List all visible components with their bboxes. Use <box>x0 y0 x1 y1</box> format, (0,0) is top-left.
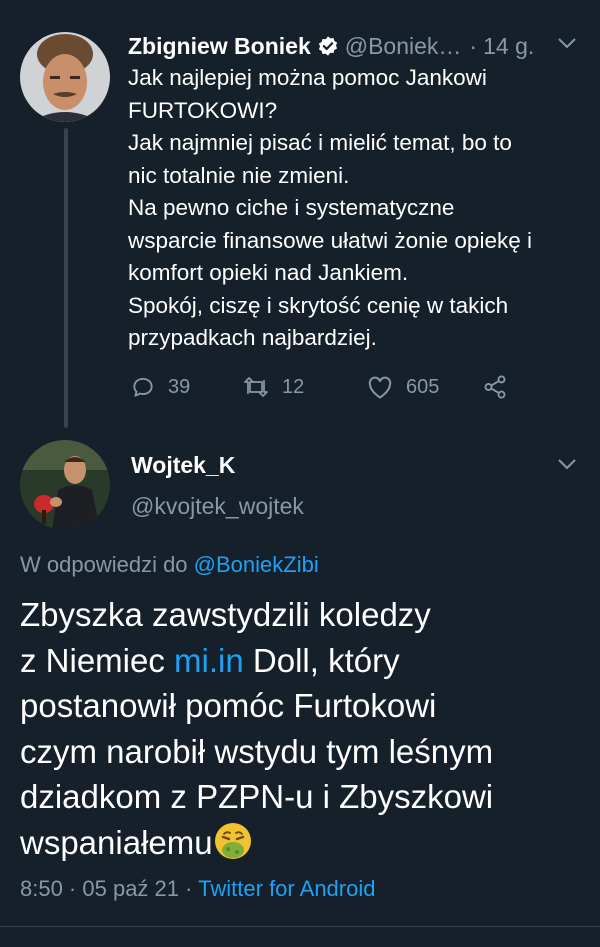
divider <box>0 926 600 927</box>
chevron-down-icon[interactable] <box>556 36 578 55</box>
tweet2-line-part: wspaniałemu <box>20 823 213 861</box>
reply-icon <box>133 377 153 397</box>
tweet2-author-name[interactable]: Wojtek_K <box>131 452 235 479</box>
wojtek-avatar[interactable] <box>20 440 110 530</box>
tweet1-author-handle[interactable]: @Boniek… <box>345 33 462 60</box>
verified-icon <box>317 35 339 57</box>
tweet1-line: Jak najlepiej można pomoc Jankowi <box>128 65 487 90</box>
tweet2-timestamp: 8:50 · 05 paź 21 · <box>20 876 199 901</box>
thread-line <box>64 128 68 428</box>
like-button[interactable]: 605 <box>366 374 439 400</box>
mi-in-link[interactable]: mi.in <box>174 642 244 679</box>
tweet1-author-name[interactable]: Zbigniew Boniek <box>128 33 311 60</box>
boniek-avatar[interactable] <box>20 32 110 122</box>
tweet2-line: czym narobił wstydu tym leśnym <box>20 732 494 770</box>
reply-context: W odpowiedzi do @BoniekZibi <box>20 552 319 578</box>
tweet1-line: Na pewno ciche i systematyczne <box>128 195 455 220</box>
tweet2-author-handle[interactable]: @kvojtek_wojtek <box>131 493 304 520</box>
tweet2-meta: 8:50 · 05 paź 21 · Twitter for Android <box>20 876 375 902</box>
tweet1-line: Spokój, ciszę i skrytość cenię w takich <box>128 292 509 318</box>
reply-prefix: W odpowiedzi do <box>20 552 194 577</box>
tweet1-time[interactable]: 14 g. <box>483 33 534 60</box>
tweet1-line: wsparcie finansowe ułatwi żonie opiekę i <box>128 227 532 253</box>
tweet2-line: wspaniałemu <box>20 820 590 873</box>
tweet2-line: dziadkom z PZPN-u i Zbyszkowi <box>20 778 494 815</box>
tweet1-line: komfort opieki nad Jankiem. <box>128 260 409 285</box>
tweet2-line: postanowił pomóc Furtokowi <box>20 687 437 724</box>
tweet1-actions: 39 12 605 <box>128 368 548 408</box>
tweet1-line: Jak najmniej pisać i mielić temat, bo to <box>128 130 512 155</box>
reply-to-link[interactable]: @BoniekZibi <box>194 552 319 577</box>
tweet2-source-link[interactable]: Twitter for Android <box>198 876 375 901</box>
like-count: 605 <box>406 375 440 398</box>
tweet1-time-separator: · <box>469 32 478 59</box>
tweet1-line: przypadkach najbardziej. <box>128 325 377 350</box>
tweet1-line: nic totalnie nie zmieni. <box>128 162 350 188</box>
nauseated-face-icon <box>213 821 253 873</box>
tweet2-line: z Niemiec mi.in Doll, który <box>20 638 590 684</box>
tweet2-line-part: z Niemiec <box>20 641 175 679</box>
retweet-button[interactable]: 12 <box>242 374 304 400</box>
reply-button[interactable]: 39 <box>130 374 190 400</box>
tweet2-line: Zbyszka zawstydzili koledzy <box>20 596 431 633</box>
tweet1-header: Zbigniew Boniek @Boniek… · 14 g. <box>128 30 582 62</box>
share-icon <box>484 375 506 399</box>
chevron-down-icon[interactable] <box>556 457 578 476</box>
share-button[interactable] <box>482 374 508 400</box>
tweet2-text: Zbyszka zawstydzili koledzy z Niemiec mi… <box>20 592 590 872</box>
retweet-icon <box>244 377 268 397</box>
like-icon <box>368 376 392 399</box>
tweet1-text: Jak najlepiej można pomoc Jankowi FURTOK… <box>128 62 588 355</box>
reply-count: 39 <box>168 375 191 398</box>
retweet-count: 12 <box>282 375 305 398</box>
tweet2-line-part: Doll, który <box>243 641 400 679</box>
tweet1-line: FURTOKOWI? <box>128 97 278 123</box>
